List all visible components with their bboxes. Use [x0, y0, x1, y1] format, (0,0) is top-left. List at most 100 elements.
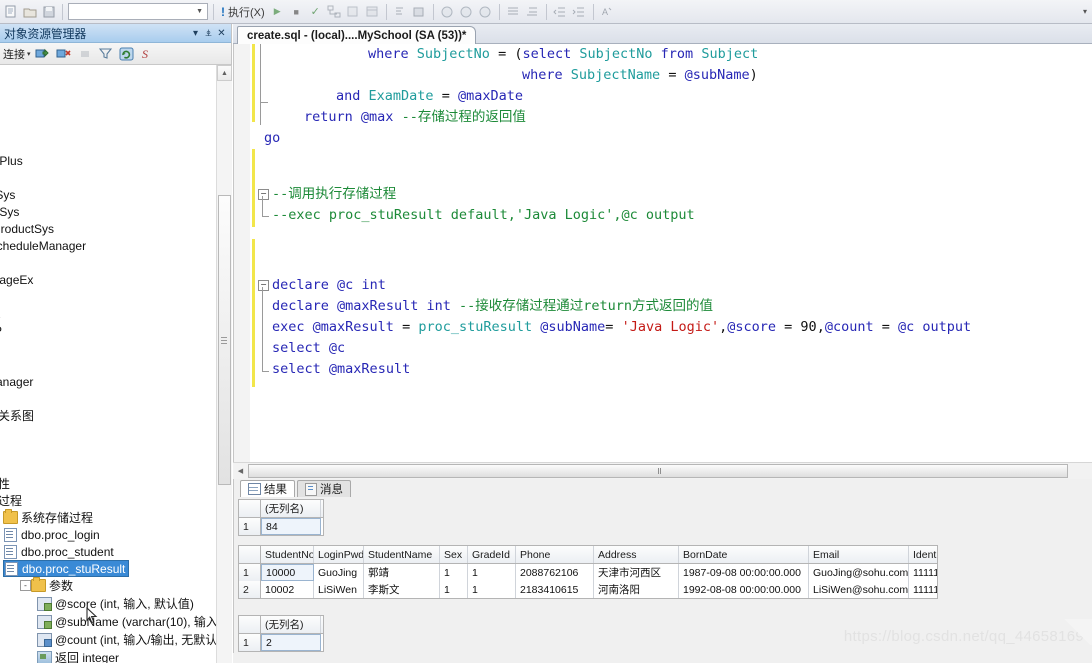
grid-cell[interactable]: 84 — [261, 518, 321, 535]
tree-node[interactable]: 储过程 — [0, 492, 22, 509]
results-tab-results[interactable]: 结果 — [240, 480, 295, 497]
grid-column-header[interactable]: Phone — [516, 546, 594, 563]
scrollbar-track[interactable] — [248, 464, 1092, 478]
toolbar-overflow-button[interactable]: ▾ — [1080, 3, 1090, 21]
grid-cell[interactable]: GuoJing — [314, 564, 364, 581]
sql-editor[interactable]: − − where SubjectNo = (select SubjectNo … — [233, 44, 1092, 462]
scrollbar-thumb[interactable] — [248, 464, 1068, 478]
tree-node[interactable]: dbo.proc_student — [3, 543, 114, 560]
panel-dropdown-icon[interactable]: ▾ — [189, 28, 202, 39]
results-to-text-icon[interactable] — [392, 3, 409, 20]
tree-node[interactable]: 库关系图 — [0, 407, 34, 424]
grid-cell[interactable]: 2088762106 — [516, 564, 594, 581]
grid-cell[interactable]: 李斯文 — [364, 581, 440, 598]
results-tab-messages[interactable]: 消息 — [297, 480, 351, 497]
scroll-left-arrow[interactable]: ◀ — [233, 464, 248, 479]
disconnect-icon[interactable] — [55, 45, 73, 62]
database-combo[interactable]: ▼ — [68, 3, 208, 20]
execute-button[interactable]: ! 执行(X) — [219, 4, 267, 20]
grid-cell[interactable]: 1992-08-08 00:00:00.000 — [679, 581, 809, 598]
grid-cell[interactable]: 1 — [468, 564, 516, 581]
tree-node-selected[interactable]: dbo.proc_stuResult — [3, 560, 130, 577]
stop-icon[interactable]: ■ — [288, 3, 305, 20]
grid-row[interactable]: 1 10000 GuoJing 郭靖 1 1 2088762106 天津市河西区 1987-09… — [239, 564, 937, 581]
grid-cell[interactable]: 2 — [261, 634, 321, 651]
tree-node[interactable]: S2 — [0, 305, 1, 322]
new-query-icon[interactable] — [2, 3, 19, 20]
display-estimated-plan-icon[interactable] — [326, 3, 343, 20]
tree-node[interactable]: eeSys — [0, 203, 19, 220]
grid-cell[interactable]: 2183410615 — [516, 581, 594, 598]
parse-icon[interactable]: ✓ — [307, 3, 324, 20]
object-explorer-tree[interactable]: opopPluss SyseeSysgProductSyslScheduleMa… — [0, 65, 216, 663]
grid-column-header[interactable]: StudentNo — [261, 546, 314, 563]
grid-cell[interactable]: GuoJing@sohu.com — [809, 564, 909, 581]
open-file-icon[interactable] — [21, 3, 38, 20]
document-tab-create-sql[interactable]: create.sql - (local)....MySchool (SA (53… — [237, 26, 477, 44]
script-icon[interactable]: S — [139, 45, 157, 62]
grid-cell[interactable]: 111113 — [909, 581, 937, 598]
grid-cell[interactable]: 1987-09-08 00:00:00.000 — [679, 564, 809, 581]
results-to-file-icon[interactable] — [439, 3, 456, 20]
specify-values-icon[interactable]: A — [599, 3, 616, 20]
connect-icon[interactable] — [34, 45, 52, 62]
grid-row[interactable]: 2 10002 LiSiWen 李斯文 1 1 2183410615 河南洛阳 1992-08-… — [239, 581, 937, 598]
code-content[interactable]: where SubjectNo = (select SubjectNo from… — [256, 44, 1092, 462]
tree-expander[interactable]: - — [20, 580, 31, 591]
editor-horizontal-scrollbar[interactable]: ◀ — [233, 462, 1092, 479]
grid-column-header[interactable]: BornDate — [679, 546, 809, 563]
grid-row[interactable]: 1 84 — [239, 518, 323, 535]
tree-node[interactable]: anageEx — [0, 271, 33, 288]
grid-column-header[interactable]: GradeId — [468, 546, 516, 563]
refresh-icon[interactable] — [118, 45, 136, 62]
scroll-up-arrow[interactable]: ▲ — [217, 65, 232, 81]
tree-node[interactable]: opPlus — [0, 152, 23, 169]
grid-cell[interactable]: 111111 — [909, 564, 937, 581]
tree-node[interactable]: @subName (varchar(10), 输入, 无默 — [37, 613, 216, 630]
grid-column-header[interactable]: StudentName — [364, 546, 440, 563]
save-icon[interactable] — [40, 3, 57, 20]
tree-node[interactable]: lScheduleManager — [0, 237, 86, 254]
grid-cell[interactable]: 1 — [440, 581, 468, 598]
grid-column-header[interactable]: Email — [809, 546, 909, 563]
grid-row[interactable]: 12 — [239, 634, 323, 651]
tree-node[interactable]: 程性 — [0, 475, 10, 492]
grid-cell[interactable]: 10000 — [261, 564, 314, 581]
tree-node[interactable]: Manager — [0, 373, 33, 390]
align-lines-icon[interactable] — [505, 3, 522, 20]
connect-button[interactable]: 连接 — [3, 46, 25, 62]
tree-node[interactable]: @count (int, 输入/输出, 无默认值) — [37, 631, 216, 648]
grid-column-header[interactable]: Sex — [440, 546, 468, 563]
increase-indent-icon[interactable] — [571, 3, 588, 20]
grid-column-header[interactable]: (无列名) — [261, 616, 321, 633]
results-grid[interactable]: (无列名) 1 2 — [238, 615, 324, 652]
tree-node[interactable]: - 参数 — [20, 577, 73, 594]
tree-node[interactable]: 返回 integer — [37, 649, 119, 663]
tree-node[interactable]: gProductSys — [0, 220, 54, 237]
results-to-grid-icon[interactable] — [411, 3, 428, 20]
decrease-indent-icon[interactable] — [552, 3, 569, 20]
grid-column-header[interactable]: Address — [594, 546, 679, 563]
debug-icon[interactable]: ▶ — [269, 3, 286, 20]
grid-cell[interactable]: 1 — [468, 581, 516, 598]
grid-cell[interactable]: 郭靖 — [364, 564, 440, 581]
results-grid[interactable]: StudentNo LoginPwd StudentName Sex GradeId Ph… — [238, 545, 938, 599]
uncomment-icon[interactable] — [477, 3, 494, 20]
comment-icon[interactable] — [458, 3, 475, 20]
tree-node[interactable]: 系统存储过程 — [3, 509, 93, 526]
filter-icon[interactable] — [97, 45, 115, 62]
grid-cell[interactable]: 天津市河西区 — [594, 564, 679, 581]
include-actual-plan-icon[interactable] — [345, 3, 362, 20]
indent-block-icon[interactable] — [524, 3, 541, 20]
grid-column-header[interactable]: IdentityCard — [909, 546, 937, 563]
chevron-down-icon[interactable]: ▾ — [27, 50, 31, 58]
close-icon[interactable]: ✕ — [215, 28, 228, 39]
pin-icon[interactable]: ⍎ — [202, 28, 215, 39]
grid-cell[interactable]: 1 — [440, 564, 468, 581]
include-client-statistics-icon[interactable] — [364, 3, 381, 20]
grid-column-header[interactable]: (无列名) — [261, 500, 321, 517]
grid-cell[interactable]: LiSiWen — [314, 581, 364, 598]
grid-cell[interactable]: 河南洛阳 — [594, 581, 679, 598]
tree-node[interactable]: s Sys — [0, 186, 15, 203]
tree-vertical-scrollbar[interactable]: ▲ — [216, 65, 232, 663]
